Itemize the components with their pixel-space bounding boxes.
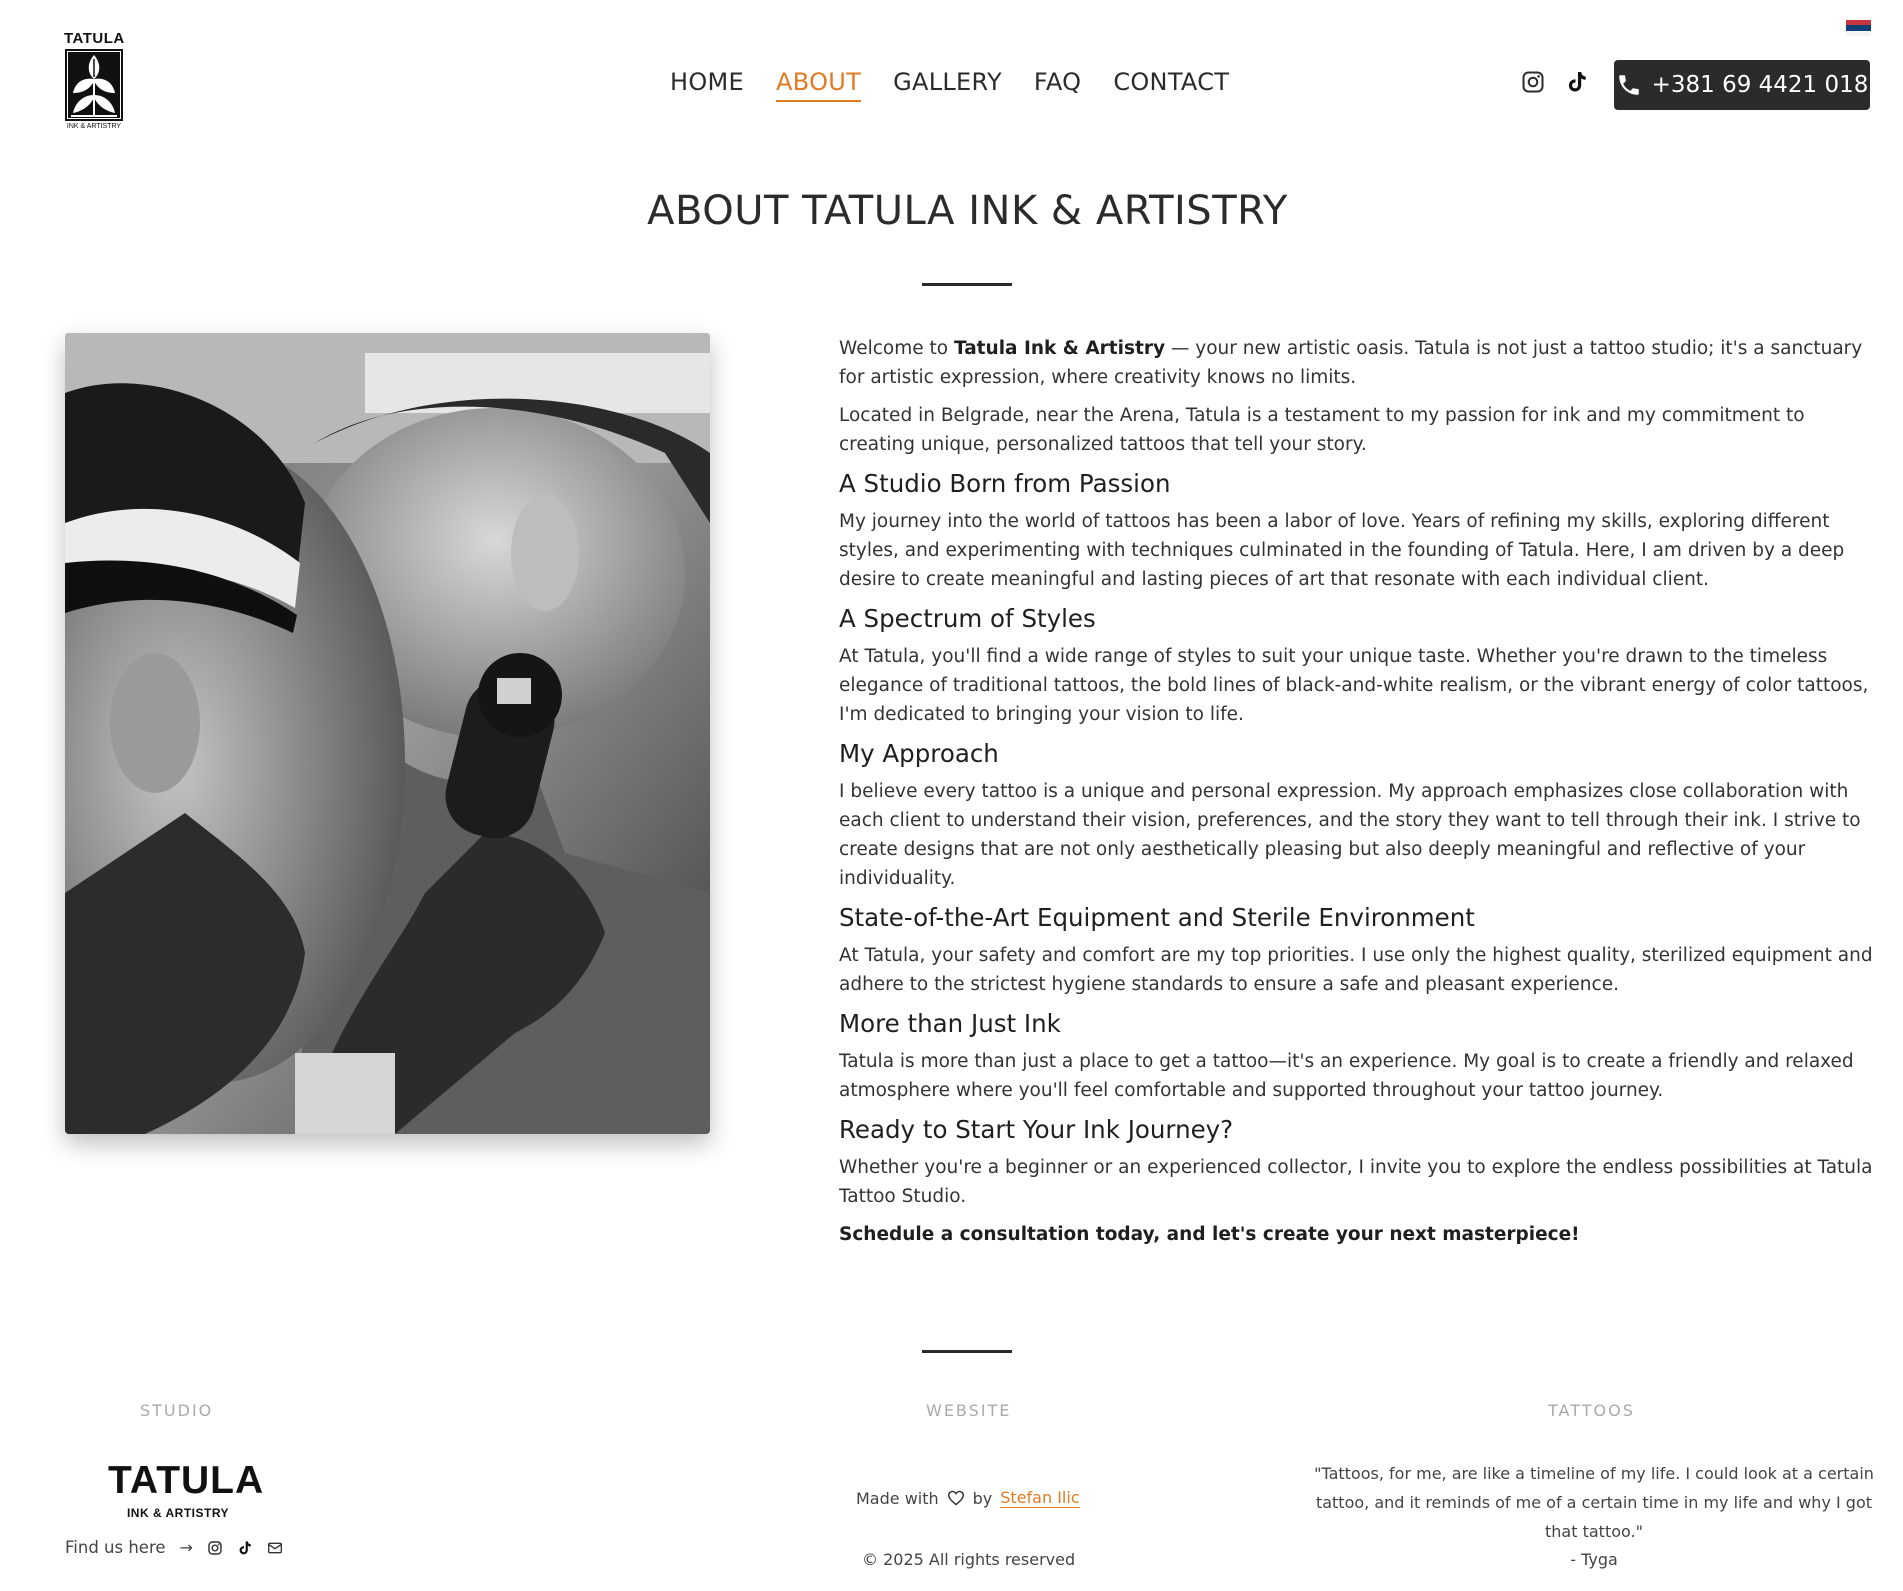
section-text: At Tatula, your safety and comfort are m…	[839, 945, 1873, 995]
footer-website-title: WEBSITE	[926, 1401, 1012, 1420]
header-social	[1521, 70, 1589, 94]
instagram-icon[interactable]	[1521, 70, 1545, 94]
nav-about[interactable]: ABOUT	[776, 68, 862, 102]
section-heading: My Approach	[839, 739, 999, 768]
nav-faq[interactable]: FAQ	[1034, 68, 1081, 102]
section-heading: Ready to Start Your Ink Journey?	[839, 1115, 1234, 1144]
section-text: My journey into the world of tattoos has…	[839, 511, 1845, 590]
cta-text: Schedule a consultation today, and let's…	[839, 1224, 1580, 1245]
title-divider	[922, 283, 1012, 286]
section-heading: A Studio Born from Passion	[839, 469, 1171, 498]
nav-gallery[interactable]: GALLERY	[893, 68, 1002, 102]
page-title: ABOUT TATULA INK & ARTISTRY	[647, 188, 1288, 234]
made-with: Made with by Stefan Ilic	[856, 1488, 1080, 1508]
footer-logo-subtitle: INK & ARTISTRY	[126, 1506, 230, 1520]
tiktok-icon[interactable]	[1565, 70, 1589, 94]
tattoo-quote: "Tattoos, for me, are like a timeline of…	[1314, 1464, 1874, 1541]
section-text: At Tatula, you'll find a wide range of s…	[839, 646, 1869, 725]
logo-subtitle: INK & ARTISTRY	[66, 123, 122, 130]
phone-icon	[1618, 75, 1639, 95]
footer-studio-title: STUDIO	[140, 1401, 214, 1420]
quote-author: - Tyga	[1570, 1550, 1618, 1569]
site-header: TATULA INK & ARTISTRY HOME ABOUT GALLERY…	[0, 0, 1903, 150]
site-logo[interactable]: TATULA INK & ARTISTRY	[64, 30, 124, 134]
copyright: © 2025 All rights reserved	[862, 1550, 1076, 1569]
section-text: Whether you're a beginner or an experien…	[839, 1157, 1873, 1207]
footer-divider	[922, 1350, 1012, 1353]
author-link[interactable]: Stefan Ilic	[1000, 1488, 1080, 1508]
section-text: I believe every tattoo is a unique and p…	[839, 781, 1861, 889]
made-by-label: by	[972, 1488, 993, 1508]
logo-word: TATULA	[64, 30, 125, 47]
section-heading: More than Just Ink	[839, 1009, 1061, 1038]
arrow-right-icon: →	[179, 1538, 193, 1557]
tiktok-icon[interactable]	[237, 1540, 253, 1556]
nav-home[interactable]: HOME	[670, 68, 744, 102]
about-content: Welcome to Tatula Ink & Artistry — your …	[839, 334, 1875, 1258]
mail-icon[interactable]	[267, 1540, 283, 1556]
section-heading: State-of-the-Art Equipment and Sterile E…	[839, 903, 1475, 932]
made-with-label: Made with	[856, 1488, 939, 1508]
find-us: Find us here →	[65, 1538, 283, 1557]
instagram-icon[interactable]	[207, 1540, 223, 1556]
intro-paragraph: Welcome to Tatula Ink & Artistry — your …	[839, 334, 1875, 392]
logo-emblem-icon	[65, 49, 123, 121]
find-us-label: Find us here	[65, 1538, 166, 1557]
footer-logo[interactable]: TATULA INK & ARTISTRY	[108, 1459, 265, 1521]
footer-logo-word: TATULA	[108, 1459, 265, 1502]
serbia-flag-icon[interactable]	[1846, 20, 1871, 36]
intro-brand: Tatula Ink & Artistry	[953, 338, 1166, 359]
section-text: Tatula is more than just a place to get …	[839, 1051, 1854, 1101]
intro-prefix: Welcome to	[839, 338, 954, 359]
main-nav: HOME ABOUT GALLERY FAQ CONTACT	[670, 68, 1229, 102]
heart-icon	[947, 1490, 964, 1506]
phone-button[interactable]: +381 69 4421 018	[1614, 60, 1870, 110]
nav-contact[interactable]: CONTACT	[1113, 68, 1229, 102]
phone-number: +381 69 4421 018	[1651, 72, 1869, 98]
section-heading: A Spectrum of Styles	[839, 604, 1096, 633]
location-paragraph: Located in Belgrade, near the Arena, Tat…	[839, 405, 1805, 455]
footer-tattoos-title: TATTOOS	[1548, 1401, 1635, 1420]
tattoo-artist-photo	[65, 333, 710, 1134]
